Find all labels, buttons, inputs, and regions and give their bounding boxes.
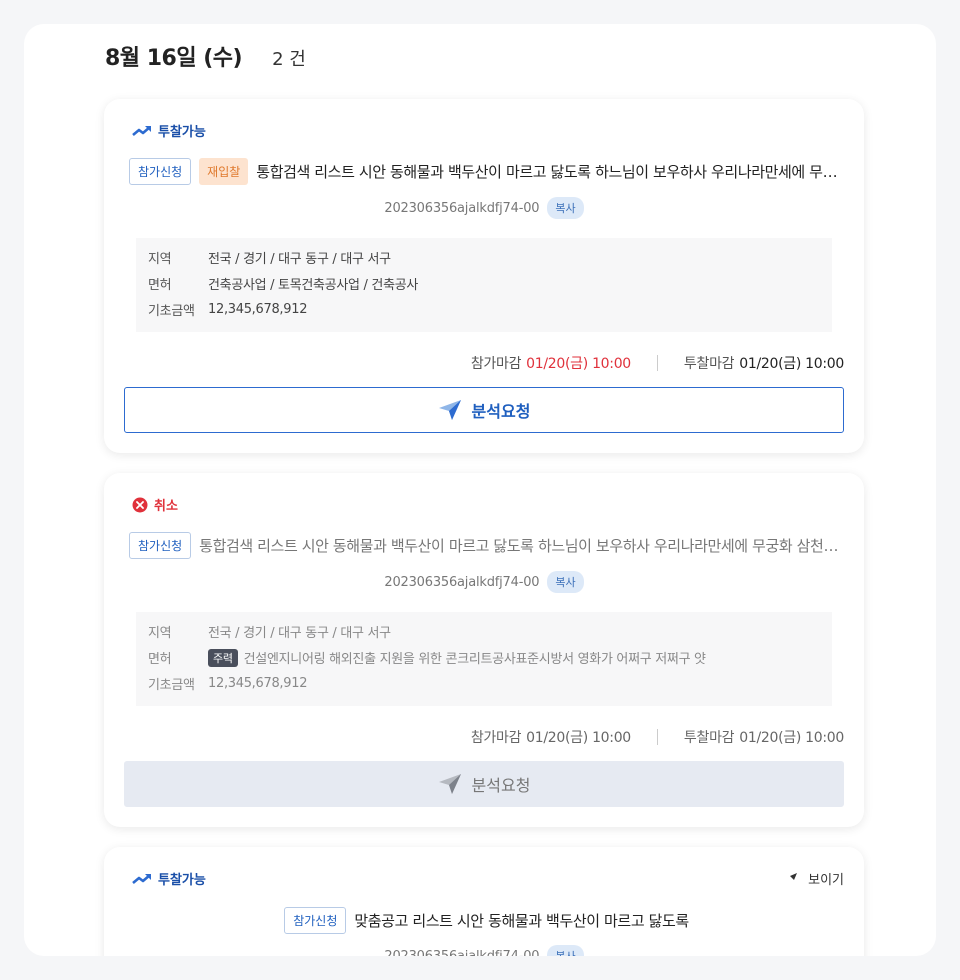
divider (656, 355, 658, 371)
info-row-region: 지역 전국 / 경기 / 대구 동구 / 대구 서구 (148, 248, 391, 267)
rebid-badge: 재입찰 (199, 158, 249, 185)
show-label: 보이기 (808, 873, 844, 888)
info-value: 12,345,678,912 (208, 302, 308, 317)
bid-deadline-label: 투찰마감 (683, 730, 735, 746)
divider (656, 729, 658, 745)
bid-code: 202306356ajalkdfj74-00 (384, 948, 540, 957)
apply-badge[interactable]: 참가신청 (129, 532, 192, 559)
info-label: 면허 (148, 278, 172, 293)
date-title: 8월 16일 (수) (105, 46, 243, 71)
apply-badge[interactable]: 참가신청 (284, 907, 347, 934)
info-label: 지역 (148, 252, 172, 267)
main-license-tag: 주력 (208, 648, 238, 667)
show-toggle[interactable]: 보이기 (784, 869, 844, 888)
info-row-base-amount: 기초금액 12,345,678,912 (148, 674, 307, 693)
trend-up-icon (132, 873, 151, 884)
date-header: 8월 16일 (수) 2 건 (105, 40, 306, 72)
title-row: 참가신청 재입찰 통합검색 리스트 시안 동해물과 백두산이 마르고 닳도록 하… (129, 158, 844, 185)
status-label: 투찰가능 (132, 121, 206, 140)
bid-deadline-value: 01/20(금) 10:00 (739, 356, 844, 372)
bid-code: 202306356ajalkdfj74-00 (384, 200, 540, 216)
bid-code-row: 202306356ajalkdfj74-00 복사 (104, 945, 864, 956)
status-text: 투찰가능 (158, 873, 206, 888)
bid-title-link[interactable]: 통합검색 리스트 시안 동해물과 백두산이 마르고 닳도록 하느님이 보우하사 … (256, 161, 844, 182)
info-value: 건축공사업 / 토목건축공사업 / 건축공사 (208, 278, 419, 293)
bid-card[interactable]: 투찰가능 보이기 참가신청 맞춤공고 리스트 시안 동해물과 백두산이 마르고 … (104, 847, 864, 956)
info-label: 면허 (148, 652, 172, 667)
info-row-license: 면허 주력 건설엔지니어링 해외진출 지원을 위한 콘크리트공사표준시방서 영화… (148, 648, 706, 667)
analyze-request-button[interactable]: 분석요청 (124, 387, 844, 433)
deadline-row: 참가마감 01/20(금) 10:00 투찰마감 01/20(금) 10:00 (471, 727, 844, 747)
cancel-circle-icon (132, 497, 148, 512)
status-text: 취소 (154, 499, 178, 514)
bid-deadline-value: 01/20(금) 10:00 (739, 730, 844, 746)
pin-arrow-icon (786, 872, 798, 885)
info-row-license: 면허 건축공사업 / 토목건축공사업 / 건축공사 (148, 274, 418, 293)
join-deadline-value: 01/20(금) 10:00 (526, 730, 631, 746)
copy-button[interactable]: 복사 (547, 197, 584, 219)
paper-plane-icon (438, 400, 461, 420)
info-value: 건설엔지니어링 해외진출 지원을 위한 콘크리트공사표준시방서 영화가 어쩌구 … (243, 652, 706, 667)
deadline-row: 참가마감 01/20(금) 10:00 투찰마감 01/20(금) 10:00 (471, 353, 844, 373)
info-value: 전국 / 경기 / 대구 동구 / 대구 서구 (208, 252, 391, 267)
join-deadline-value: 01/20(금) 10:00 (526, 356, 631, 372)
apply-badge[interactable]: 참가신청 (129, 158, 192, 185)
copy-button[interactable]: 복사 (547, 945, 584, 956)
bid-title-link[interactable]: 맞춤공고 리스트 시안 동해물과 백두산이 마르고 닳도록 (354, 910, 688, 931)
info-value: 전국 / 경기 / 대구 동구 / 대구 서구 (208, 626, 391, 641)
bid-deadline-label: 투찰마감 (683, 356, 735, 372)
info-box: 지역 전국 / 경기 / 대구 동구 / 대구 서구 면허 건축공사업 / 토목… (136, 238, 832, 332)
info-row-region: 지역 전국 / 경기 / 대구 동구 / 대구 서구 (148, 622, 391, 641)
button-label: 분석요청 (471, 776, 531, 795)
title-row: 참가신청 통합검색 리스트 시안 동해물과 백두산이 마르고 닳도록 하느님이 … (129, 532, 844, 559)
status-text: 투찰가능 (158, 125, 206, 140)
info-box: 지역 전국 / 경기 / 대구 동구 / 대구 서구 면허 주력 건설엔지니어링… (136, 612, 832, 706)
join-deadline-label: 참가마감 (470, 356, 522, 372)
info-row-base-amount: 기초금액 12,345,678,912 (148, 300, 307, 319)
join-deadline-label: 참가마감 (470, 730, 522, 746)
paper-plane-icon (438, 774, 461, 794)
bid-card[interactable]: 투찰가능 참가신청 재입찰 통합검색 리스트 시안 동해물과 백두산이 마르고 … (104, 99, 864, 453)
results-panel: 8월 16일 (수) 2 건 투찰가능 참가신청 재입찰 통합검색 리스트 시안… (24, 24, 936, 956)
bid-code-row: 202306356ajalkdfj74-00 복사 (104, 571, 864, 593)
bid-code: 202306356ajalkdfj74-00 (384, 574, 540, 590)
bid-card[interactable]: 취소 참가신청 통합검색 리스트 시안 동해물과 백두산이 마르고 닳도록 하느… (104, 473, 864, 827)
info-label: 기초금액 (148, 678, 195, 693)
bid-code-row: 202306356ajalkdfj74-00 복사 (104, 197, 864, 219)
trend-up-icon (132, 125, 151, 136)
result-count: 2 건 (272, 49, 306, 70)
status-label: 취소 (132, 495, 178, 514)
title-row: 참가신청 맞춤공고 리스트 시안 동해물과 백두산이 마르고 닳도록 (129, 907, 844, 934)
info-label: 기초금액 (148, 304, 195, 319)
bid-title-link[interactable]: 통합검색 리스트 시안 동해물과 백두산이 마르고 닳도록 하느님이 보우하사 … (199, 535, 844, 556)
button-label: 분석요청 (471, 402, 531, 421)
status-label: 투찰가능 (132, 869, 206, 888)
info-label: 지역 (148, 626, 172, 641)
copy-button[interactable]: 복사 (547, 571, 584, 593)
analyze-request-button-disabled: 분석요청 (124, 761, 844, 807)
info-value: 12,345,678,912 (208, 676, 308, 691)
